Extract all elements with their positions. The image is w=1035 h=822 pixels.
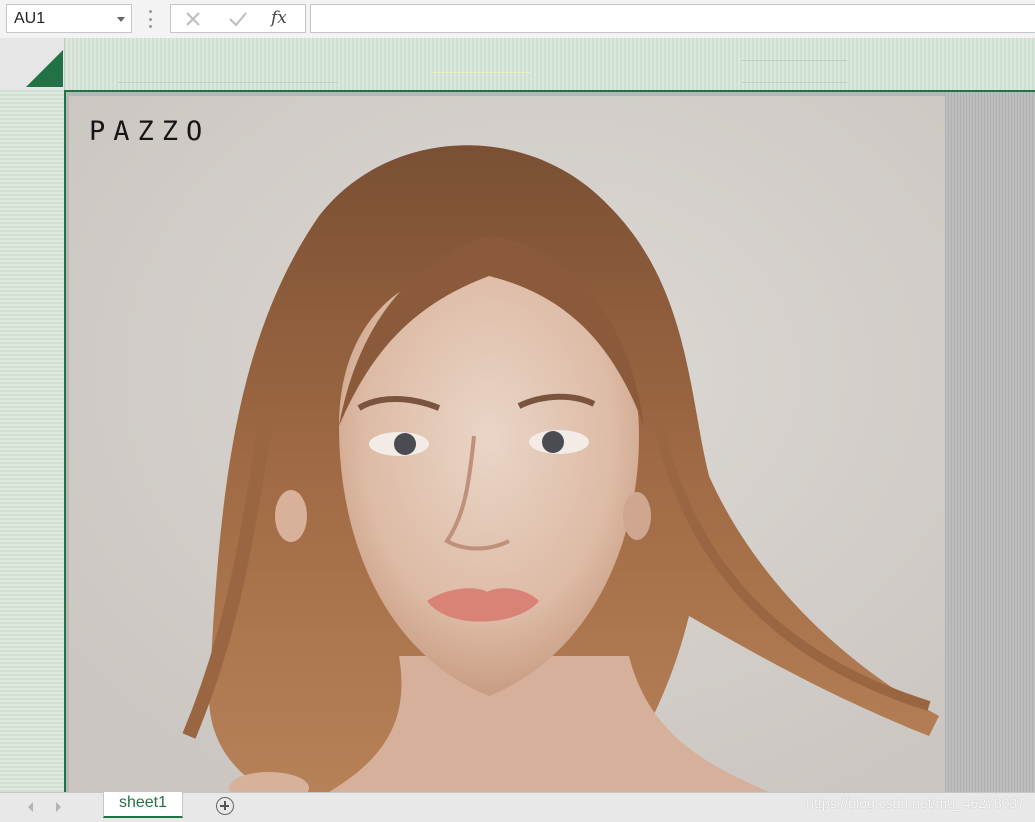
insert-function-button[interactable]: fx	[271, 8, 287, 28]
more-options-grip-icon[interactable]	[148, 10, 152, 28]
header-divider	[430, 72, 530, 73]
watermark-text: https://blog.csdn.net/m0_46278037	[806, 795, 1025, 811]
select-all-triangle-icon[interactable]	[26, 50, 63, 87]
add-sheet-icon[interactable]	[216, 797, 234, 815]
name-box-value: AU1	[14, 10, 46, 27]
chevron-right-icon[interactable]	[56, 802, 61, 812]
portrait-illustration	[69, 96, 945, 792]
name-box[interactable]: AU1	[6, 4, 132, 33]
check-icon[interactable]	[227, 8, 249, 30]
chevron-down-icon[interactable]	[117, 17, 125, 22]
header-divider	[742, 60, 847, 61]
formula-input[interactable]	[310, 4, 1035, 33]
header-divider	[742, 82, 847, 83]
inserted-picture[interactable]: PAZZO	[69, 96, 945, 792]
sheet-tab-bar: sheet1 https://blog.csdn.net/m0_46278037	[0, 792, 1035, 822]
formula-controls: fx	[170, 4, 306, 33]
formula-bar: AU1 fx	[0, 0, 1035, 39]
worksheet-grid-right[interactable]	[945, 92, 1035, 792]
chevron-left-icon[interactable]	[28, 802, 33, 812]
row-header[interactable]	[0, 90, 66, 792]
tab-sheet1[interactable]: sheet1	[103, 792, 183, 818]
column-header[interactable]	[0, 38, 1035, 92]
brand-logo-text: PAZZO	[89, 116, 211, 147]
close-icon[interactable]	[182, 8, 204, 30]
header-divider	[118, 82, 338, 83]
